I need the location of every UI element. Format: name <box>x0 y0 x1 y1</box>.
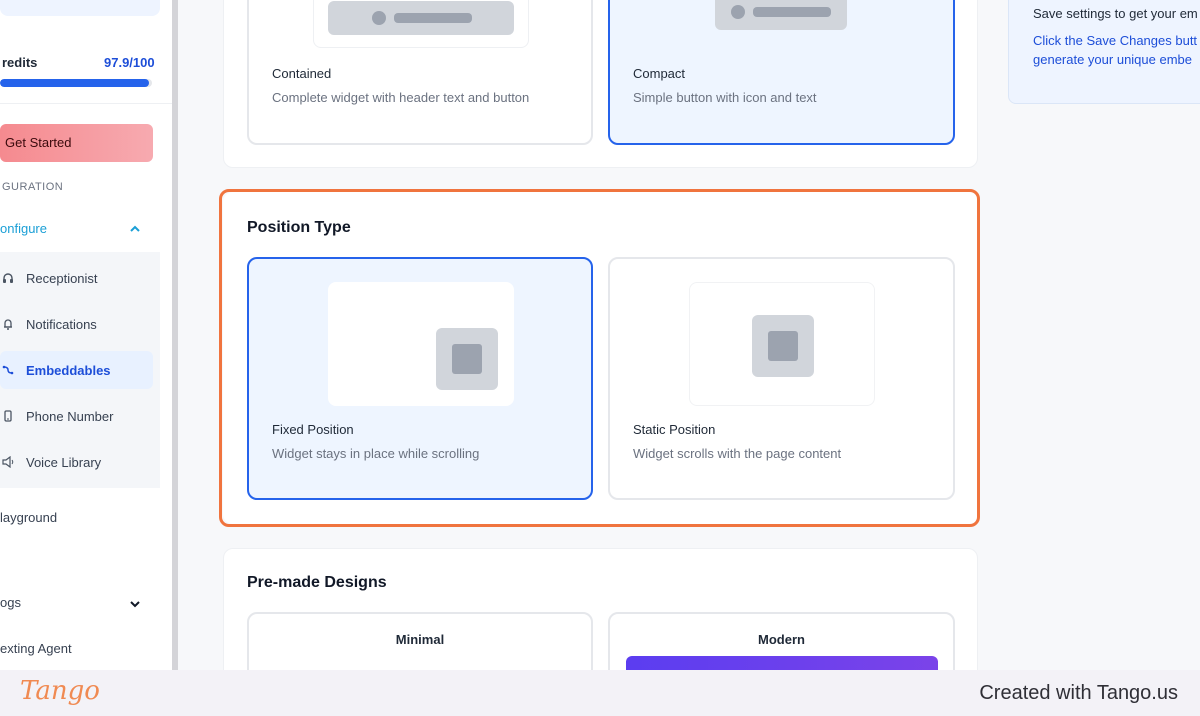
sidebar-item-label: Notifications <box>26 317 97 332</box>
sidebar-item-label: Embeddables <box>26 363 111 378</box>
configure-submenu: Receptionist Notifications Embeddables P… <box>0 252 160 488</box>
sidebar: redits 97.9/100 Get Started GURATION onf… <box>0 0 172 670</box>
sidebar-item-voice-library[interactable]: Voice Library <box>0 443 153 481</box>
sidebar-top-item[interactable] <box>0 0 160 16</box>
info-line: Click the Save Changes butt <box>1033 33 1198 48</box>
credits-label: redits <box>2 55 38 70</box>
get-started-button[interactable]: Get Started <box>0 124 153 162</box>
option-contained[interactable]: Contained Complete widget with header te… <box>247 0 593 145</box>
option-title: Compact <box>633 66 686 81</box>
premade-designs-title: Pre-made Designs <box>247 574 387 591</box>
info-title: Save settings to get your em <box>1033 6 1198 21</box>
preview-text-line <box>753 7 831 17</box>
design-minimal-label: Minimal <box>395 632 445 647</box>
sidebar-item-logs[interactable]: ogs <box>0 592 160 616</box>
texting-agent-label: exting Agent <box>0 641 72 656</box>
logs-label: ogs <box>0 595 21 610</box>
bell-icon <box>4 319 12 330</box>
preview-dot-icon <box>731 5 745 19</box>
embed-info-panel: Save settings to get your em Click the S… <box>1008 0 1200 104</box>
sidebar-item-label: Voice Library <box>26 455 102 470</box>
tango-footer: Tango Created with Tango.us <box>0 670 1200 716</box>
option-description: Complete widget with header text and but… <box>272 90 530 105</box>
speaker-icon <box>2 456 14 468</box>
info-description: Click the Save Changes butt generate you… <box>1033 31 1200 69</box>
sidebar-item-notifications[interactable]: Notifications <box>0 305 153 343</box>
sidebar-item-phone-number[interactable]: Phone Number <box>0 397 153 435</box>
configuration-section-label: GURATION <box>2 181 64 193</box>
sidebar-item-embeddables[interactable]: Embeddables <box>0 351 153 389</box>
option-description: Simple button with icon and text <box>633 90 817 105</box>
get-started-label: Get Started <box>5 135 72 150</box>
highlight-frame <box>219 189 980 527</box>
embed-icon <box>2 365 14 375</box>
credits-progress-fill <box>0 79 149 87</box>
headset-icon <box>3 273 13 283</box>
preview-text-line <box>394 13 472 23</box>
sidebar-item-label: Receptionist <box>26 271 98 286</box>
sidebar-item-receptionist[interactable]: Receptionist <box>0 259 153 297</box>
design-modern-label: Modern <box>758 632 805 647</box>
configure-label: onfigure <box>0 221 47 236</box>
sidebar-item-playground[interactable]: layground <box>0 507 160 531</box>
chevron-up-icon <box>130 225 140 232</box>
chevron-down-icon <box>130 601 140 608</box>
info-line: generate your unique embe <box>1033 52 1193 67</box>
tango-logo: Tango <box>20 676 100 706</box>
tango-credit: Created with Tango.us <box>979 682 1178 704</box>
sidebar-item-texting-agent[interactable]: exting Agent <box>0 638 160 662</box>
sidebar-item-label: Phone Number <box>26 409 114 424</box>
phone-icon <box>4 410 12 422</box>
credits-panel: redits 97.9/100 <box>0 38 172 104</box>
preview-button <box>328 1 514 35</box>
option-compact[interactable]: Compact Simple button with icon and text <box>608 0 955 145</box>
preview-dot-icon <box>372 11 386 25</box>
compact-preview-button <box>715 0 847 30</box>
option-title: Contained <box>272 66 332 81</box>
sidebar-scrollbar[interactable] <box>172 0 178 670</box>
contained-preview <box>313 0 529 48</box>
configure-nav-item[interactable]: onfigure <box>0 218 160 240</box>
credits-progress-bar <box>0 79 152 87</box>
credits-value: 97.9/100 <box>104 55 155 70</box>
playground-label: layground <box>0 510 58 525</box>
